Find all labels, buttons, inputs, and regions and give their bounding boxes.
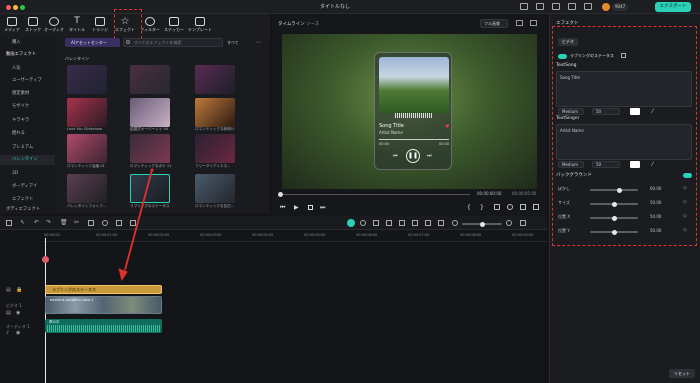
annotation-arrow (118, 168, 154, 282)
